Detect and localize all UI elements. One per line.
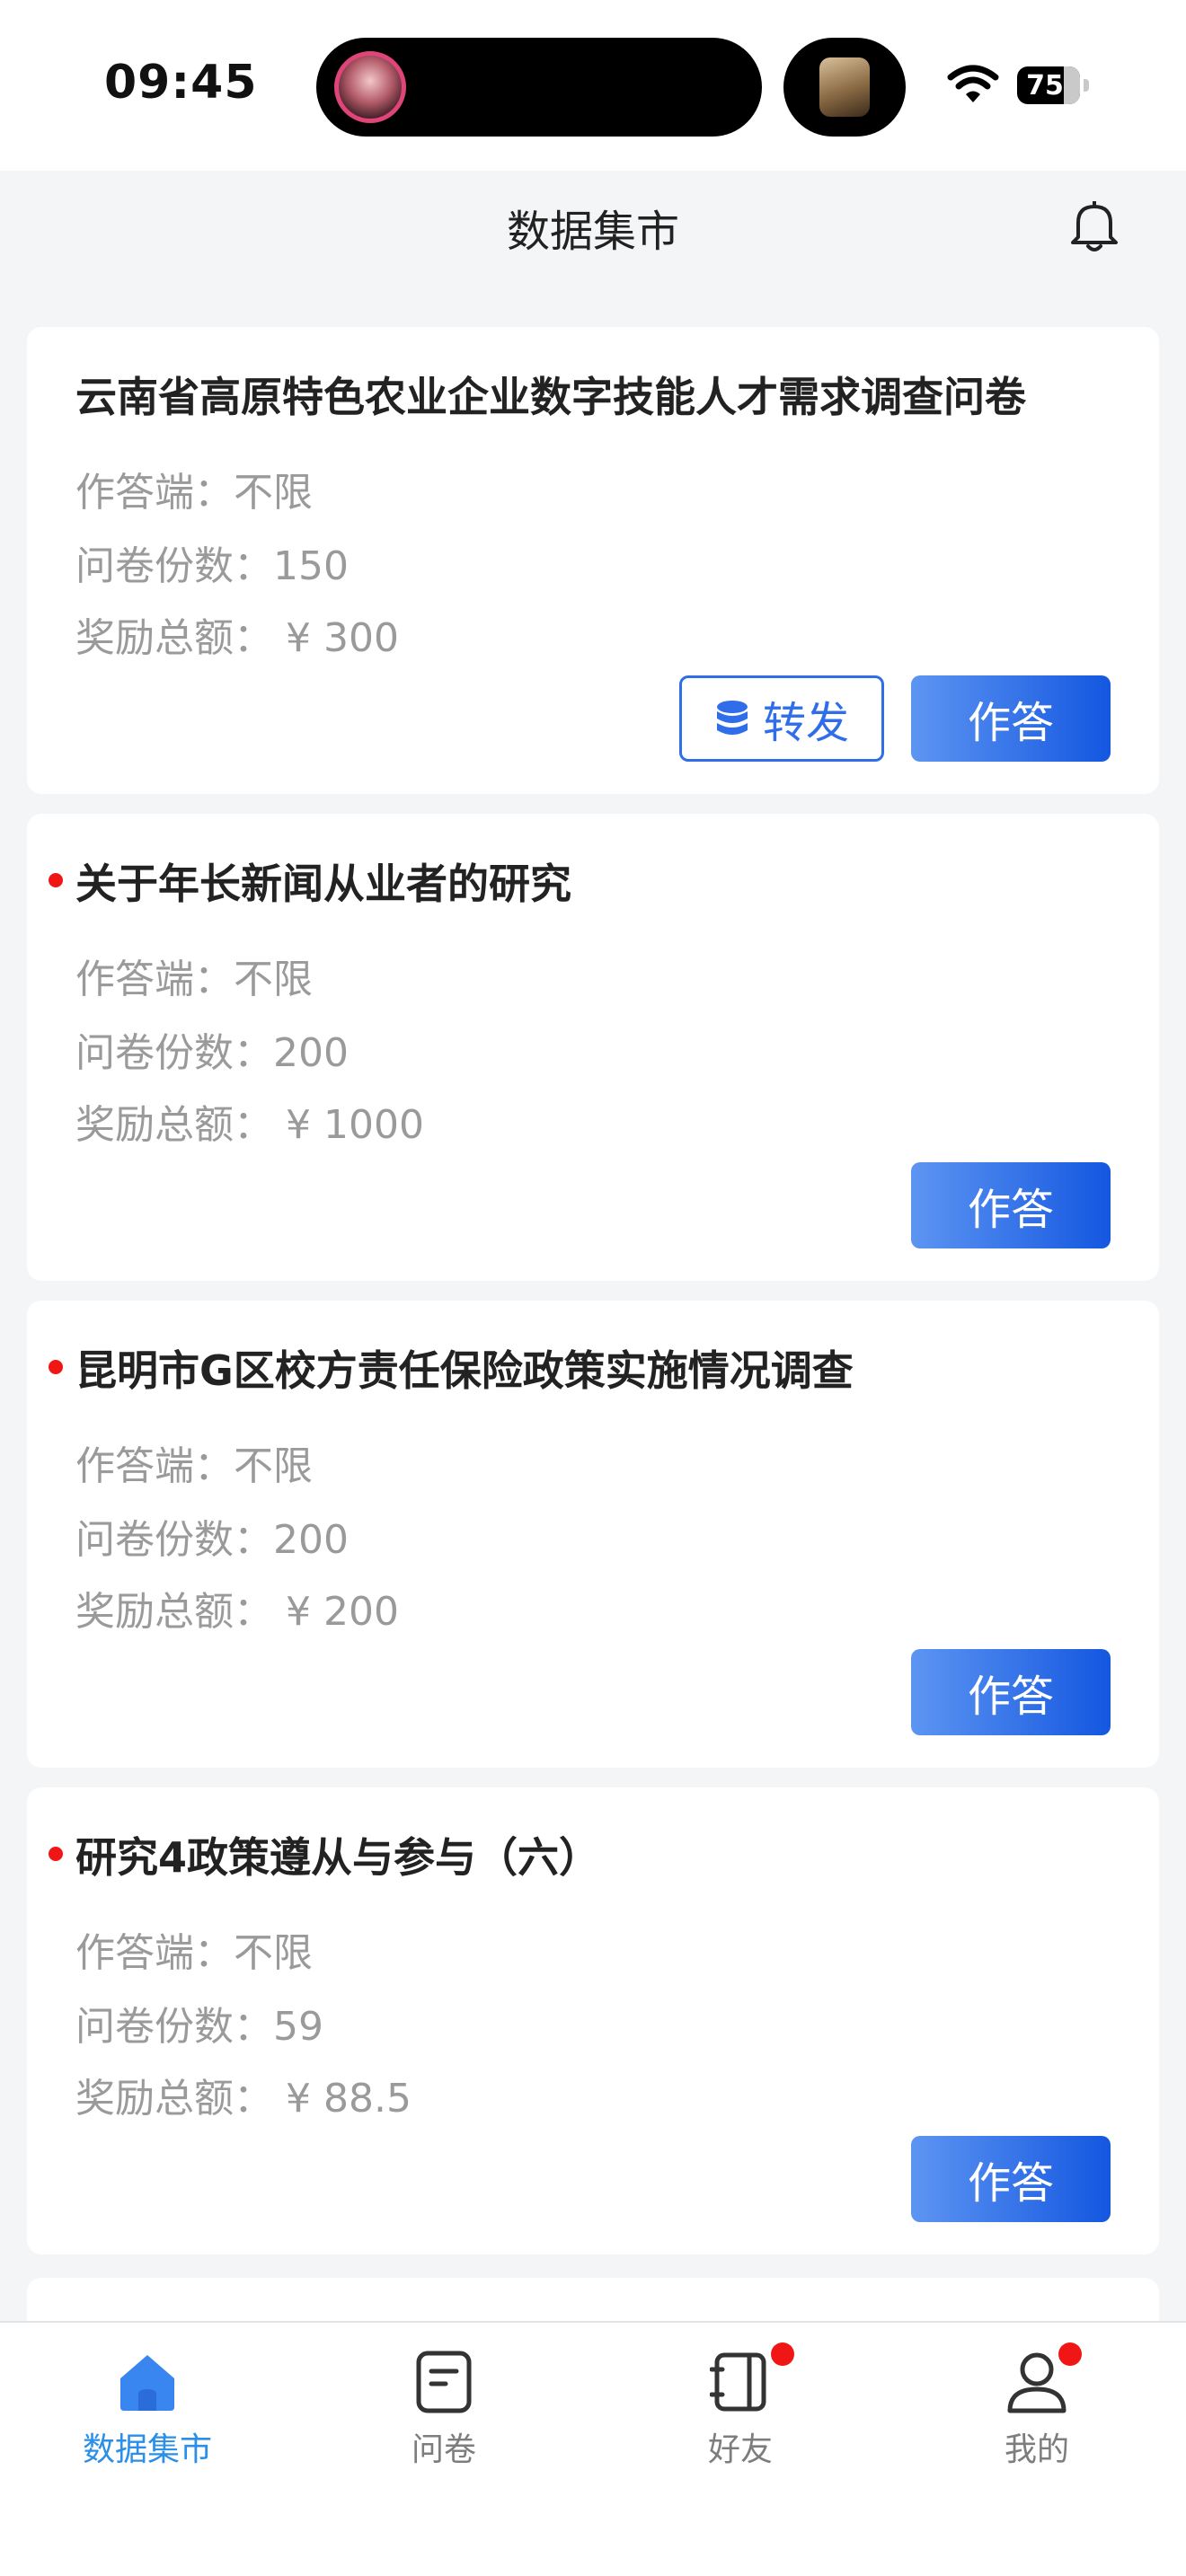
tab-mine[interactable]: 我的 [947, 2342, 1127, 2468]
unread-dot [49, 1360, 63, 1374]
answer-side-text: 作答端：不限 [75, 1930, 313, 1976]
survey-count-text: 问卷份数：200 [75, 1517, 349, 1563]
reward-total-text: 奖励总额： ¥ 1000 [75, 1102, 424, 1148]
tab-label: 我的 [1004, 2431, 1069, 2468]
survey-count-text: 问卷份数：200 [75, 1030, 349, 1076]
status-time: 09:45 [104, 56, 258, 110]
answer-button[interactable]: 作答 [911, 2136, 1111, 2222]
tab-label: 好友 [707, 2431, 773, 2468]
battery-icon: 75 [1017, 66, 1080, 104]
survey-title: 云南省高原特色农业企业数字技能人才需求调查问卷 [75, 373, 1026, 421]
media-thumbnail-icon [819, 57, 870, 117]
app-screen: 09:45 75 数据集市 云南省高原特色农业企业数字技能人才需求调查问卷 作答… [0, 0, 1186, 2576]
tab-data-market[interactable]: 数据集市 [58, 2350, 237, 2468]
answer-button[interactable]: 作答 [911, 1649, 1111, 1735]
share-button-label: 转发 [762, 698, 849, 748]
survey-title: 关于年长新闻从业者的研究 [75, 860, 571, 908]
share-button[interactable]: 转发 [679, 675, 884, 762]
answer-side-text: 作答端：不限 [75, 1443, 313, 1489]
survey-title: 昆明市G区校方责任保险政策实施情况调查 [75, 1346, 854, 1395]
status-bar: 09:45 75 数据集市 [0, 0, 1186, 257]
user-icon [1007, 2352, 1067, 2413]
survey-card[interactable]: 关于年长新闻从业者的研究 作答端：不限 问卷份数：200 奖励总额： ¥ 100… [27, 814, 1159, 1281]
tab-friends[interactable]: 好友 [651, 2342, 830, 2468]
answer-button[interactable]: 作答 [911, 1162, 1111, 1248]
island-avatar-icon [334, 51, 406, 123]
answer-side-text: 作答端：不限 [75, 957, 313, 1002]
tab-survey[interactable]: 问卷 [354, 2350, 534, 2468]
notification-badge [1058, 2342, 1082, 2366]
bell-icon[interactable] [1069, 198, 1120, 253]
reward-total-text: 奖励总额： ¥ 300 [75, 615, 399, 661]
battery-tip [1084, 79, 1089, 92]
dynamic-island [316, 38, 762, 137]
island-media-pill [783, 38, 906, 137]
tab-label: 问卷 [411, 2431, 476, 2468]
bottom-tab-bar: 数据集市 问卷 好友 我的 [0, 2321, 1186, 2576]
answer-button[interactable]: 作答 [911, 675, 1111, 762]
document-icon [416, 2351, 472, 2413]
wifi-icon [947, 65, 999, 102]
home-icon [120, 2355, 174, 2411]
notification-badge [771, 2342, 794, 2366]
notebook-icon [710, 2352, 766, 2412]
reward-total-text: 奖励总额： ¥ 88.5 [75, 2076, 412, 2122]
survey-title: 研究4政策遵从与参与（六） [75, 1833, 601, 1882]
survey-card[interactable]: 研究4政策遵从与参与（六） 作答端：不限 问卷份数：59 奖励总额： ¥ 88.… [27, 1787, 1159, 2254]
survey-count-text: 问卷份数：150 [75, 543, 349, 589]
survey-count-text: 问卷份数：59 [75, 2004, 323, 2050]
unread-dot [49, 1847, 63, 1861]
survey-card[interactable]: 云南省高原特色农业企业数字技能人才需求调查问卷 作答端：不限 问卷份数：150 … [27, 327, 1159, 794]
tab-label: 数据集市 [82, 2431, 212, 2468]
unread-dot [49, 873, 63, 887]
survey-card[interactable]: 昆明市G区校方责任保险政策实施情况调查 作答端：不限 问卷份数：200 奖励总额… [27, 1301, 1159, 1768]
page-title: 数据集市 [506, 207, 679, 257]
battery-level: 75 [1026, 70, 1064, 101]
database-icon [716, 701, 748, 735]
answer-side-text: 作答端：不限 [75, 470, 313, 516]
reward-total-text: 奖励总额： ¥ 200 [75, 1589, 399, 1635]
